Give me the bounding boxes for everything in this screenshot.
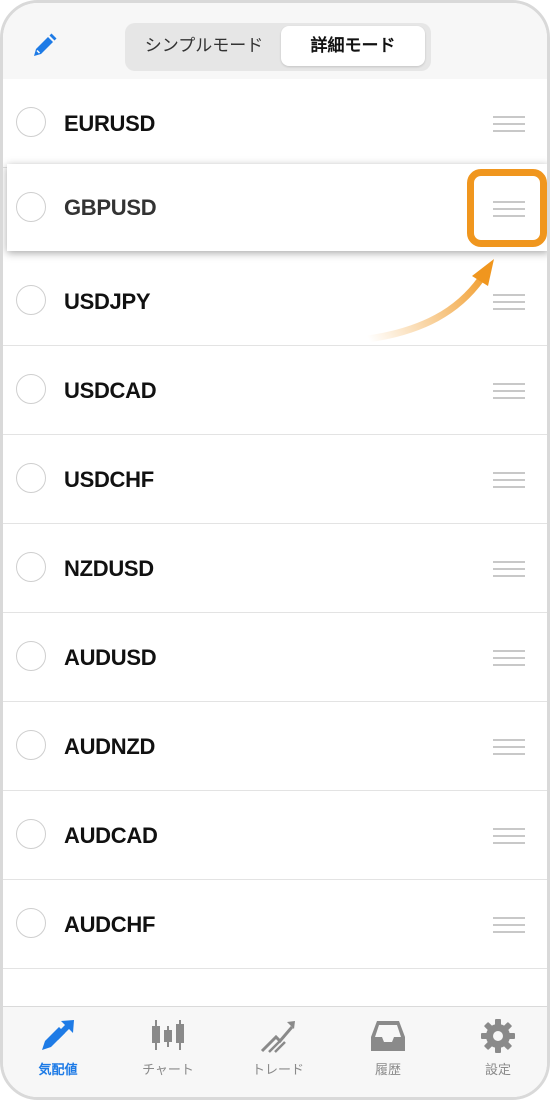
select-radio[interactable] — [16, 908, 46, 938]
symbol-row[interactable]: AUDCAD — [3, 791, 547, 880]
select-radio[interactable] — [16, 641, 46, 671]
symbol-name: GBPUSD — [64, 195, 157, 220]
drag-handle-icon[interactable] — [493, 828, 525, 844]
symbol-name: USDJPY — [64, 289, 151, 314]
history-inbox-icon — [369, 1017, 407, 1055]
drag-handle-icon[interactable] — [493, 472, 525, 488]
symbol-name: EURUSD — [64, 111, 156, 136]
select-radio[interactable] — [16, 463, 46, 493]
tab-trade[interactable]: トレード — [223, 1007, 333, 1097]
tab-chart[interactable]: チャート — [113, 1007, 223, 1097]
simple-mode-tab[interactable]: シンプルモード — [129, 26, 279, 66]
detail-mode-tab[interactable]: 詳細モード — [281, 26, 425, 66]
symbol-row[interactable]: AUDCHF — [3, 880, 547, 969]
quotes-arrows-icon — [39, 1017, 77, 1055]
mode-segmented-control: シンプルモード 詳細モード — [125, 23, 431, 71]
symbol-row[interactable]: AUDUSD — [3, 613, 547, 702]
select-radio[interactable] — [16, 374, 46, 404]
symbol-name: USDCAD — [64, 378, 157, 403]
symbol-name: USDCHF — [64, 467, 154, 492]
drag-handle-icon[interactable] — [493, 116, 525, 132]
drag-handle-icon[interactable] — [493, 561, 525, 577]
drag-handle-icon[interactable] — [493, 650, 525, 666]
symbol-row[interactable]: USDCAD — [3, 346, 547, 435]
symbol-name: AUDUSD — [64, 645, 157, 670]
select-radio[interactable] — [16, 285, 46, 315]
symbol-row[interactable]: AUDNZD — [3, 702, 547, 791]
symbol-row[interactable]: USDCHF — [3, 435, 547, 524]
tab-label: トレード — [251, 1063, 304, 1078]
symbol-row[interactable]: NZDUSD — [3, 524, 547, 613]
drag-handle-icon[interactable] — [493, 739, 525, 755]
gear-icon — [479, 1017, 517, 1055]
tab-history[interactable]: 履歴 — [333, 1007, 443, 1097]
tab-label: 履歴 — [374, 1063, 401, 1078]
select-radio[interactable] — [16, 730, 46, 760]
pencil-icon[interactable] — [29, 31, 59, 61]
trade-chart-icon — [259, 1017, 297, 1055]
symbol-name: AUDCHF — [64, 912, 156, 937]
tab-label: 気配値 — [38, 1063, 78, 1078]
tab-label: チャート — [142, 1063, 194, 1078]
select-radio[interactable] — [16, 192, 46, 222]
handle-highlight-box — [467, 169, 547, 247]
drag-handle-icon[interactable] — [493, 294, 525, 310]
symbol-name: AUDNZD — [64, 734, 156, 759]
select-radio[interactable] — [16, 819, 46, 849]
tab-quotes[interactable]: 気配値 — [3, 1007, 113, 1097]
symbol-name: AUDCAD — [64, 823, 158, 848]
symbol-row[interactable]: EURUSD — [3, 79, 547, 168]
bottom-tab-bar: 気配値 チャート トレード 履歴 設定 — [3, 1006, 547, 1097]
candlestick-chart-icon — [149, 1017, 187, 1055]
select-radio[interactable] — [16, 107, 46, 137]
select-radio[interactable] — [16, 552, 46, 582]
drag-handle-icon[interactable] — [493, 917, 525, 933]
symbol-row[interactable]: USDJPY — [3, 257, 547, 346]
symbol-name: NZDUSD — [64, 556, 154, 581]
tab-settings[interactable]: 設定 — [443, 1007, 547, 1097]
drag-handle-icon[interactable] — [493, 383, 525, 399]
tab-label: 設定 — [484, 1063, 511, 1078]
phone-frame: シンプルモード 詳細モード EURUSD GBPUSD USDJPY USDCA… — [0, 0, 550, 1100]
top-bar: シンプルモード 詳細モード — [3, 3, 547, 80]
